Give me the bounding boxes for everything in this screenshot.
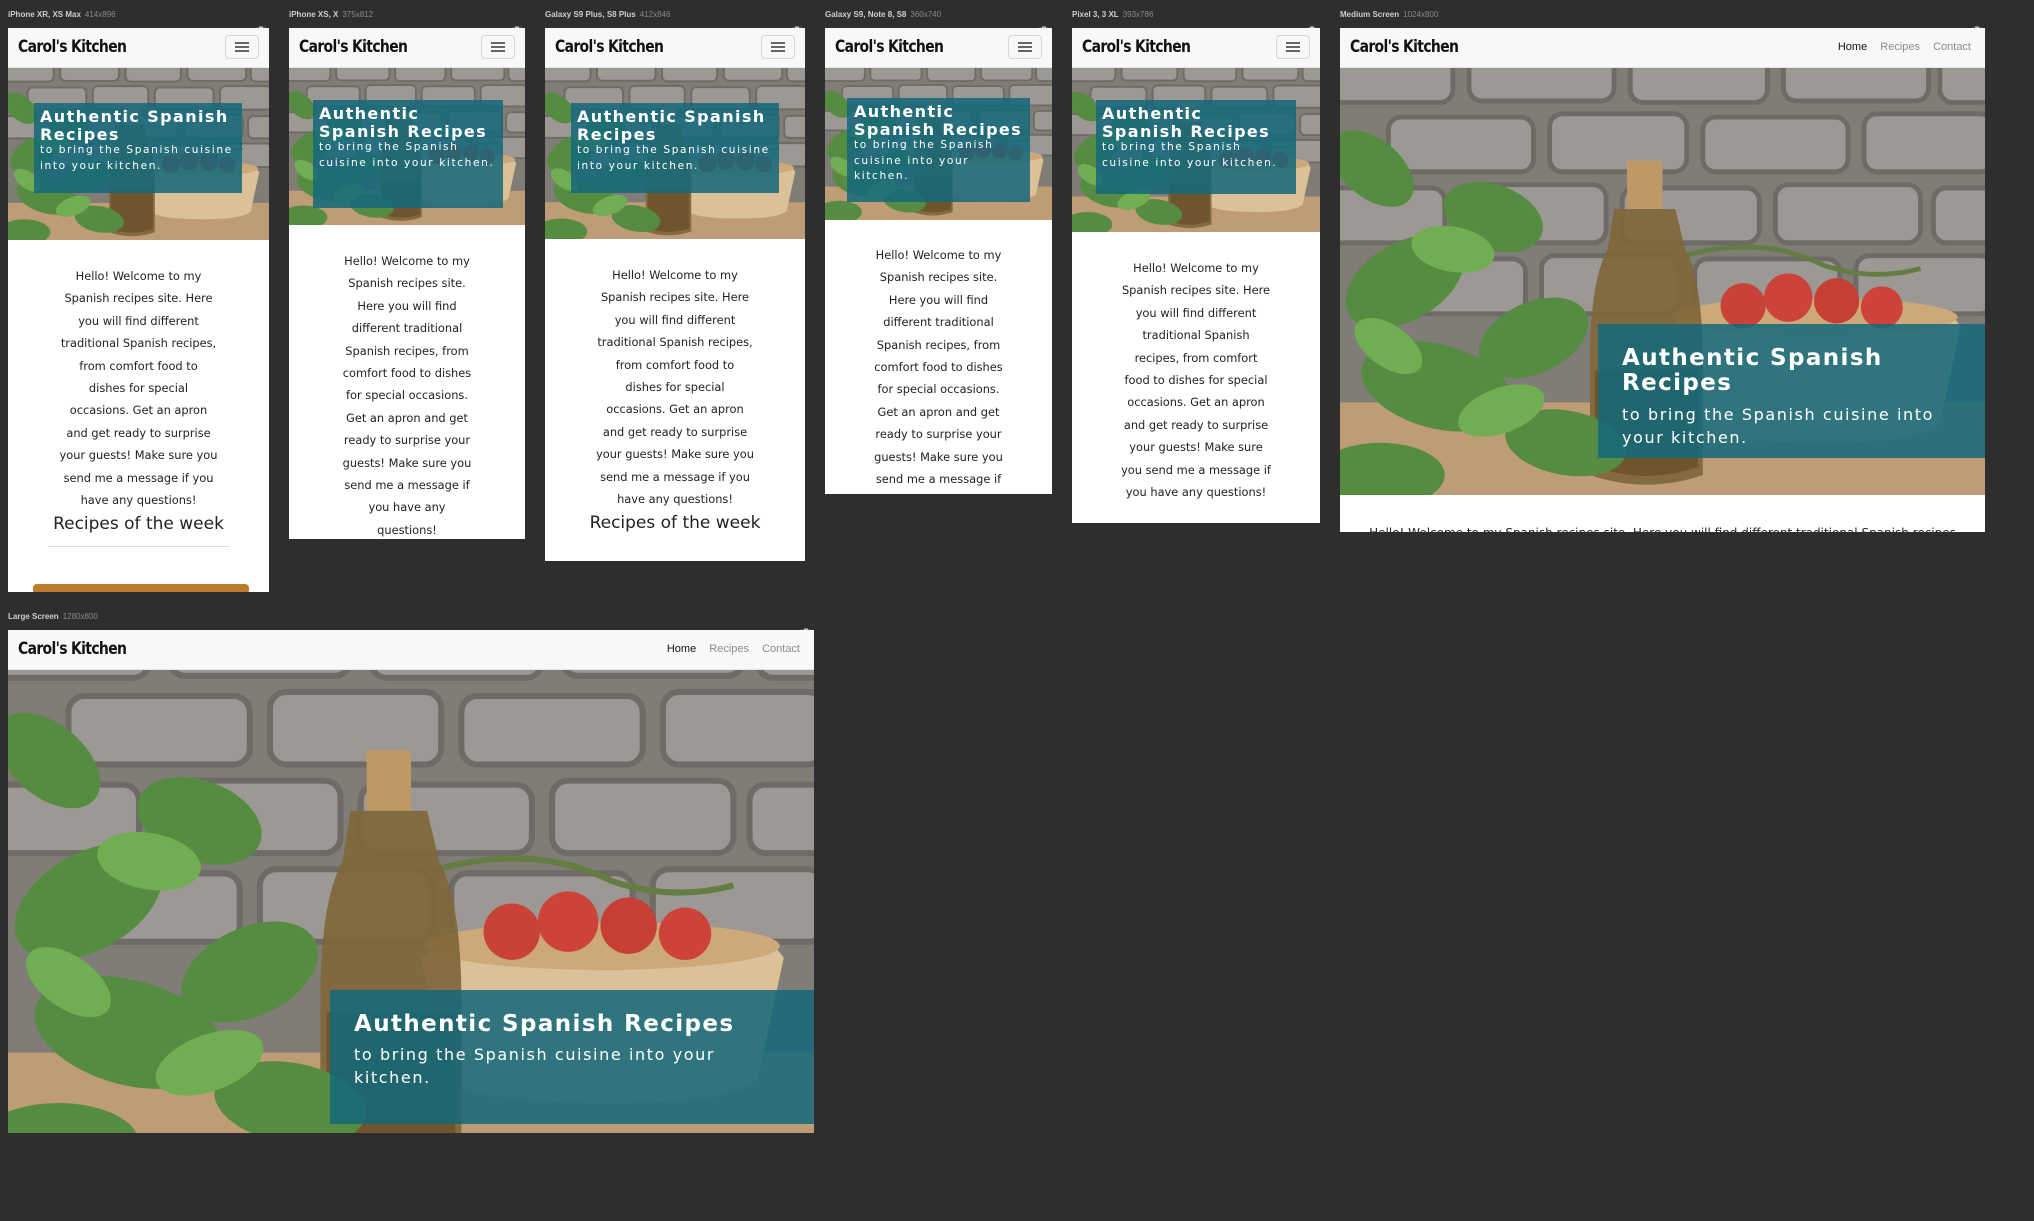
device-label: Large Screen 1280x800 xyxy=(8,612,98,621)
nav-recipes[interactable]: Recipes xyxy=(709,643,749,655)
device-iphone-xr: iPhone XR, XS Max 414x896 Carol's Kitchen… xyxy=(8,10,269,592)
hero-title: Authentic Spanish Recipes xyxy=(319,104,488,141)
brand-logo[interactable]: Carol's Kitchen xyxy=(18,37,127,57)
device-large-screen: Large Screen 1280x800 Carol's Kitchen Hom… xyxy=(8,612,814,1133)
recipe-thumbnail[interactable] xyxy=(33,584,249,592)
welcome-text: Hello! Welcome to my Spanish recipes sit… xyxy=(59,269,218,508)
welcome-text: Hello! Welcome to my Spanish recipes sit… xyxy=(342,254,472,537)
nav-home[interactable]: Home xyxy=(1838,41,1867,53)
hamburger-icon[interactable] xyxy=(225,35,259,59)
device-label: Galaxy S9 Plus, S8 Plus 412x846 xyxy=(545,10,671,19)
hero-caption: Authentic Spanish Recipes to bring the S… xyxy=(330,990,814,1124)
hero-subtitle: to bring the Spanish cuisine into your k… xyxy=(40,144,233,172)
hero-image: Authentic Spanish Recipes to bring the S… xyxy=(8,68,269,240)
device-label: iPhone XR, XS Max 414x896 xyxy=(8,10,116,19)
hero-image: Authentic Spanish Recipes to bring the S… xyxy=(1340,68,1985,495)
welcome-text: Hello! Welcome to my Spanish recipes sit… xyxy=(596,268,754,507)
welcome-text: Hello! Welcome to my Spanish recipes sit… xyxy=(1340,522,1985,532)
device-label: Galaxy S9, Note 8, S8 360x740 xyxy=(825,10,942,19)
welcome-text: Hello! Welcome to my Spanish recipes sit… xyxy=(874,248,1003,487)
hero-subtitle: to bring the Spanish cuisine into your k… xyxy=(854,139,994,182)
nav-home[interactable]: Home xyxy=(667,643,696,655)
nav-recipes[interactable]: Recipes xyxy=(1880,41,1920,53)
hero-title: Authentic Spanish Recipes xyxy=(354,1011,735,1037)
navbar: Carol's Kitchen xyxy=(289,28,525,68)
hero-subtitle: to bring the Spanish cuisine into your k… xyxy=(1102,141,1278,169)
hero-image: Authentic Spanish Recipes to bring the S… xyxy=(289,68,525,225)
device-galaxy-s9: Galaxy S9, Note 8, S8 360x740 Carol's Kit… xyxy=(825,10,1052,494)
nav-links: Home Recipes Contact xyxy=(1828,41,1971,53)
recipes-heading: Recipes of the week xyxy=(589,513,761,533)
hero-image: Authentic Spanish Recipes to bring the S… xyxy=(545,68,805,239)
device-medium-screen: Medium Screen 1024x800 Carol's Kitchen Ho… xyxy=(1340,10,1985,532)
device-label: Pixel 3, 3 XL 393x786 xyxy=(1072,10,1154,19)
hero-image: Authentic Spanish Recipes to bring the S… xyxy=(1072,68,1320,232)
device-iphone-xs: iPhone XS, X 375x812 Carol's Kitchen Auth… xyxy=(289,10,525,539)
divider xyxy=(48,546,229,547)
nav-links: Home Recipes Contact xyxy=(657,643,800,655)
recipes-heading: Recipes of the week xyxy=(53,514,224,534)
hero-caption: Authentic Spanish Recipes to bring the S… xyxy=(847,98,1030,202)
hero-title: Authentic Spanish Recipes xyxy=(1622,345,1883,397)
navbar: Carol's Kitchen xyxy=(8,28,269,68)
hero-caption: Authentic Spanish Recipes to bring the S… xyxy=(1598,324,1985,458)
device-galaxy-s9-plus: Galaxy S9 Plus, S8 Plus 412x846 Carol's K… xyxy=(545,10,805,561)
hero-subtitle: to bring the Spanish cuisine into your k… xyxy=(1622,404,1935,447)
navbar: Carol's Kitchen Home Recipes Contact xyxy=(8,630,814,670)
brand-logo[interactable]: Carol's Kitchen xyxy=(1350,37,1459,57)
hero-caption: Authentic Spanish Recipes to bring the S… xyxy=(313,100,503,208)
nav-contact[interactable]: Contact xyxy=(1933,41,1971,53)
hero-title: Authentic Spanish Recipes xyxy=(1102,104,1271,141)
device-label: Medium Screen 1024x800 xyxy=(1340,10,1439,19)
device-pixel-3: Pixel 3, 3 XL 393x786 Carol's Kitchen Aut… xyxy=(1072,10,1320,523)
hero-subtitle: to bring the Spanish cuisine into your k… xyxy=(319,141,495,169)
hamburger-icon[interactable] xyxy=(481,35,515,59)
device-label: iPhone XS, X 375x812 xyxy=(289,10,374,19)
hamburger-icon[interactable] xyxy=(761,35,795,59)
navbar: Carol's Kitchen Home Recipes Contact xyxy=(1340,28,1985,68)
navbar: Carol's Kitchen xyxy=(1072,28,1320,68)
hero-caption: Authentic Spanish Recipes to bring the S… xyxy=(571,103,779,193)
hero-image: Authentic Spanish Recipes to bring the S… xyxy=(825,68,1052,220)
nav-contact[interactable]: Contact xyxy=(762,643,800,655)
navbar: Carol's Kitchen xyxy=(825,28,1052,68)
brand-logo[interactable]: Carol's Kitchen xyxy=(555,37,664,57)
navbar: Carol's Kitchen xyxy=(545,28,805,68)
hero-subtitle: to bring the Spanish cuisine into your k… xyxy=(577,144,770,172)
hero-title: Authentic Spanish Recipes xyxy=(854,102,1023,139)
hero-title: Authentic Spanish Recipes xyxy=(577,107,766,144)
brand-logo[interactable]: Carol's Kitchen xyxy=(18,639,127,659)
brand-logo[interactable]: Carol's Kitchen xyxy=(835,37,944,57)
hero-caption: Authentic Spanish Recipes to bring the S… xyxy=(1096,100,1296,194)
brand-logo[interactable]: Carol's Kitchen xyxy=(1082,37,1191,57)
hero-image: Authentic Spanish Recipes to bring the S… xyxy=(8,670,814,1133)
hamburger-icon[interactable] xyxy=(1008,35,1042,59)
welcome-text: Hello! Welcome to my Spanish recipes sit… xyxy=(1121,261,1271,500)
brand-logo[interactable]: Carol's Kitchen xyxy=(299,37,408,57)
hero-caption: Authentic Spanish Recipes to bring the S… xyxy=(34,103,242,193)
hero-subtitle: to bring the Spanish cuisine into your k… xyxy=(354,1045,716,1088)
hero-title: Authentic Spanish Recipes xyxy=(40,107,229,144)
hamburger-icon[interactable] xyxy=(1276,35,1310,59)
